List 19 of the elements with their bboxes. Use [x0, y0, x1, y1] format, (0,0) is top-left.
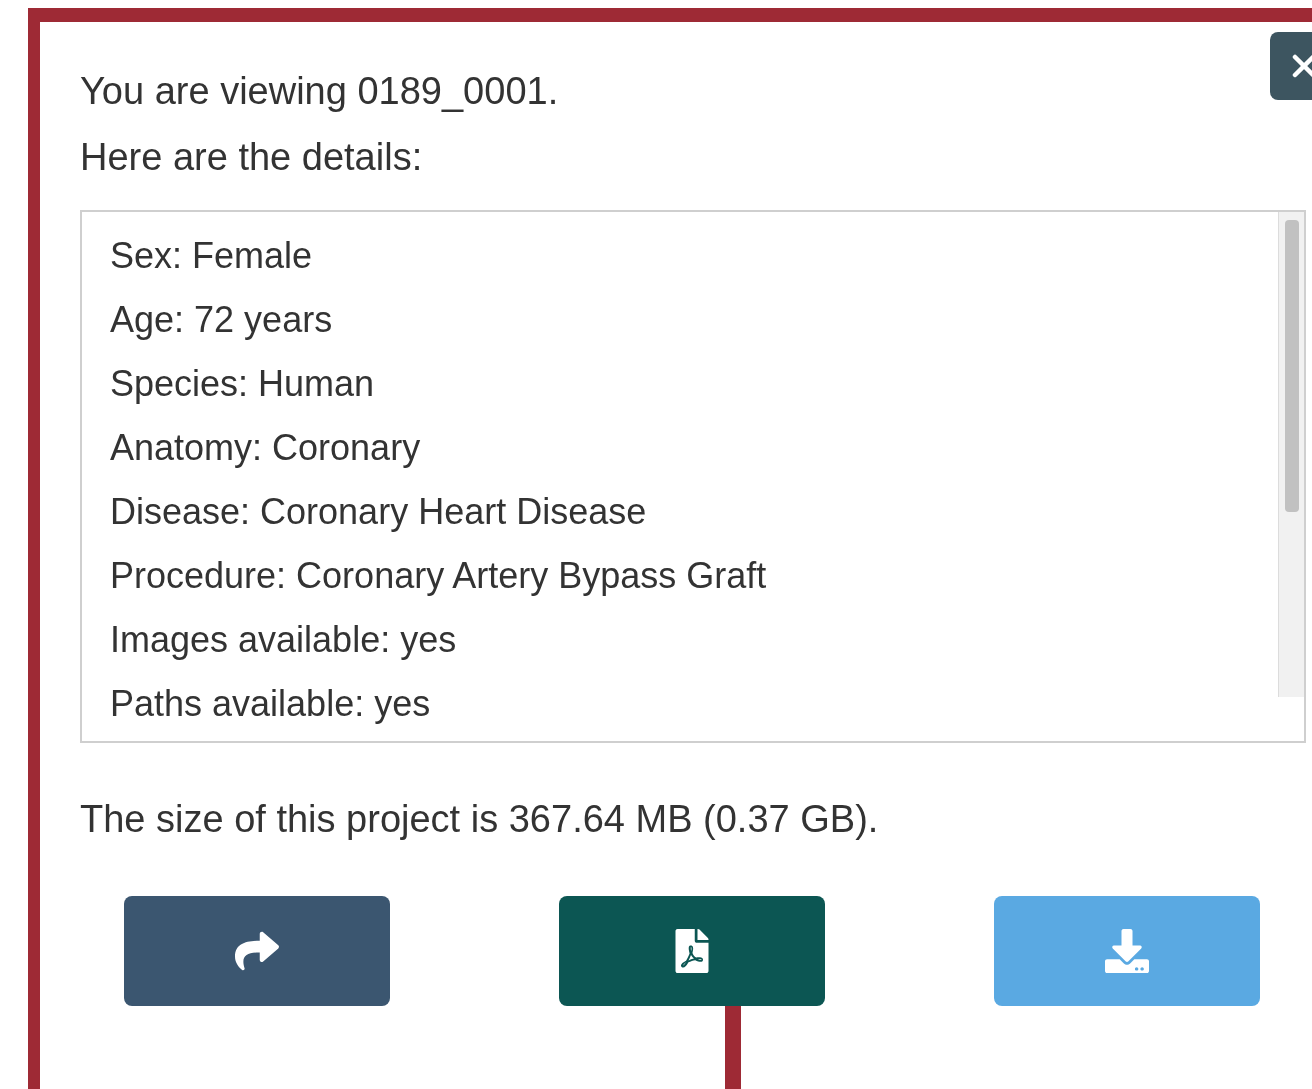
detail-line: Species: Human [110, 362, 375, 406]
detail-line: Paths available: yes [110, 682, 431, 726]
detail-line: Procedure: Coronary Artery Bypass Graft [110, 554, 767, 598]
share-arrow-icon [235, 929, 279, 973]
detail-line: Age: 72 years [110, 298, 333, 342]
detail-line: Sex: Female [110, 234, 313, 278]
scrollbar-thumb[interactable] [1284, 220, 1299, 512]
pdf-button[interactable] [559, 896, 825, 1006]
intro-text: You are viewing 0189_0001. [80, 69, 559, 114]
detail-line: Images available: yes [110, 618, 457, 662]
share-button[interactable] [124, 896, 390, 1006]
download-icon [1105, 929, 1149, 973]
details-textarea[interactable]: Sex: Female Age: 72 years Species: Human Anatomy: Coronary Disease: Coronary Heart Disease Procedure: Coronary Artery Bypass Graft Images available: yes Paths available: yes [80, 210, 1306, 743]
detail-line: Disease: Coronary Heart Disease [110, 490, 647, 534]
detail-line: Anatomy: Coronary [110, 426, 421, 470]
size-text: The size of this project is 367.64 MB (0.37 GB). [80, 797, 880, 842]
download-button[interactable] [994, 896, 1260, 1006]
scrollbar[interactable] [1278, 212, 1304, 697]
intro-text: Here are the details: [80, 135, 423, 180]
